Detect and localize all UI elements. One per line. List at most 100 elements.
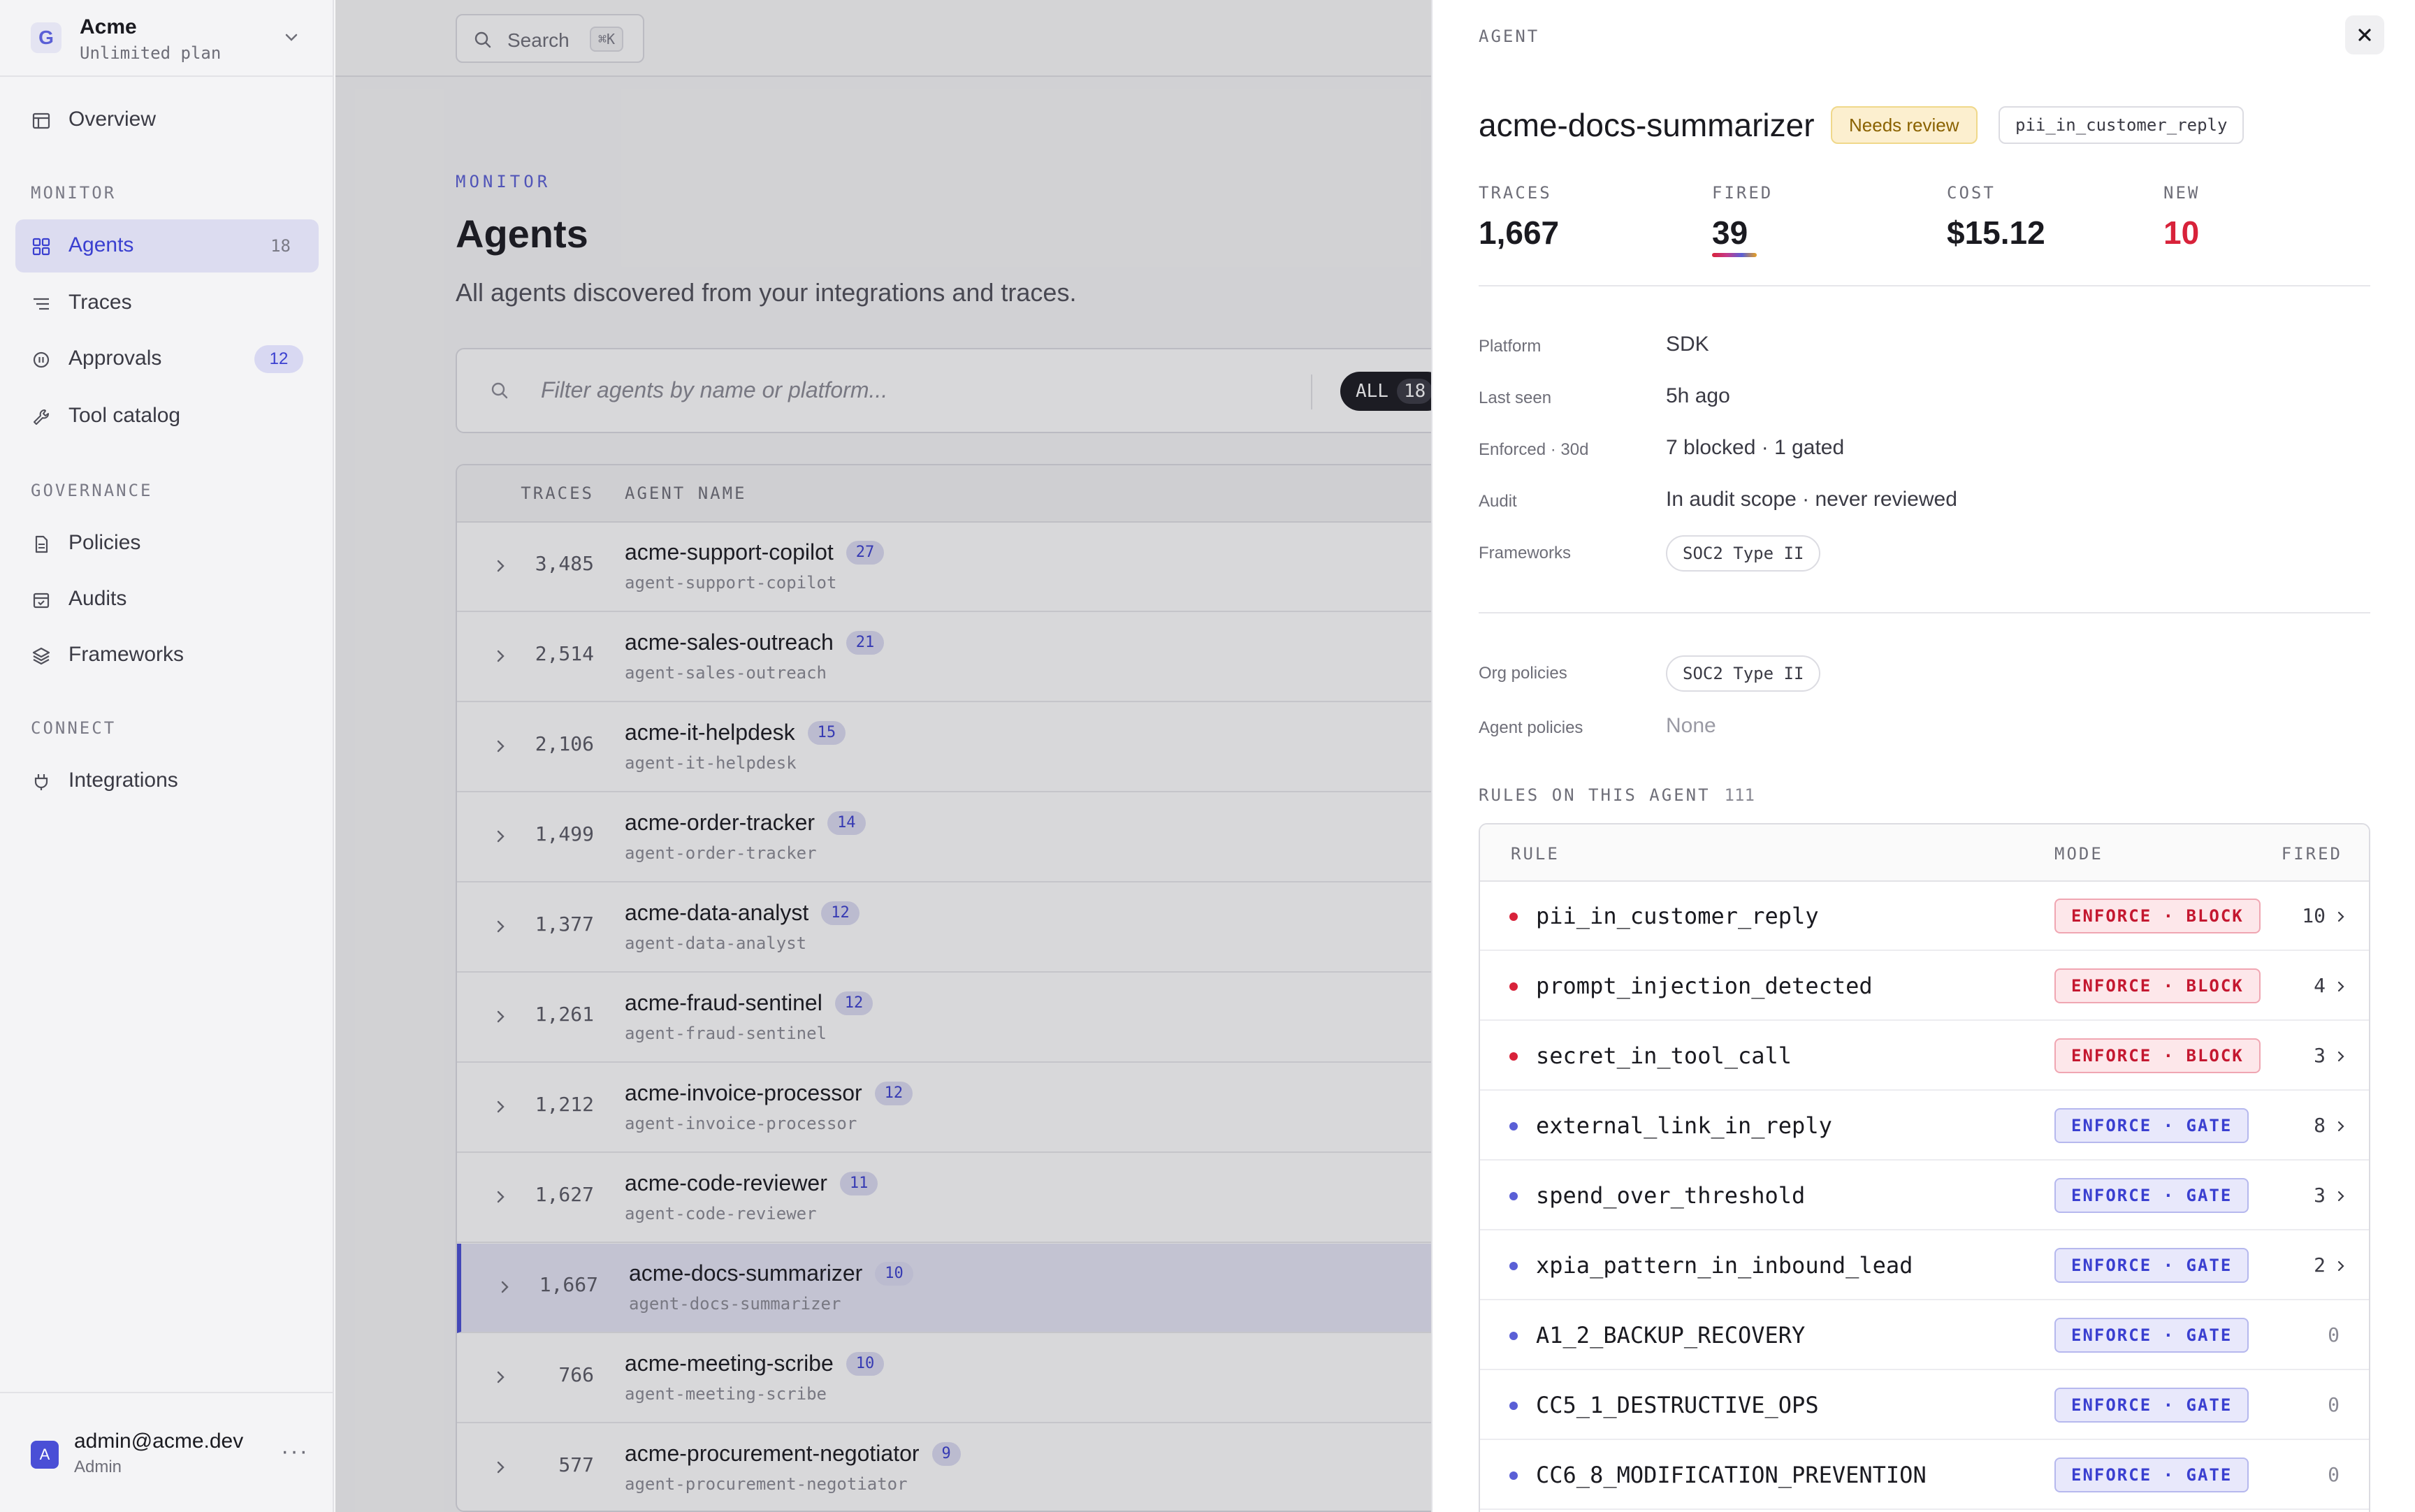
sidebar: G Acme Unlimited plan Overview MONITOR A… — [0, 0, 334, 1512]
mode-badge: ENFORCE · GATE — [2054, 1388, 2249, 1423]
chevron-right-icon[interactable] — [2334, 1189, 2348, 1203]
stat-fired: FIRED 39 — [1712, 183, 1773, 257]
rule-row[interactable]: spend_over_threshold ENFORCE · GATE 3 — [1480, 1161, 2369, 1230]
chevron-down-icon[interactable] — [281, 27, 302, 48]
rule-row[interactable]: pii_in_customer_reply ENFORCE · BLOCK 10 — [1480, 882, 2369, 951]
layers-icon — [32, 647, 50, 665]
drawer-kicker: AGENT — [1479, 27, 1540, 46]
rule-fired: 0 — [2328, 1323, 2340, 1346]
rules-table: RULE MODE FIRED pii_in_customer_reply ENF… — [1479, 823, 2370, 1512]
stat-label: FIRED — [1712, 183, 1774, 203]
org-plan: Unlimited plan — [80, 43, 222, 63]
rule-row[interactable]: xpia_pattern_in_inbound_lead ENFORCE · GA… — [1480, 1231, 2369, 1300]
stat-value: 1,667 — [1479, 215, 1560, 251]
list-icon — [34, 298, 49, 310]
agent-title: acme-docs-summarizer — [1479, 107, 1815, 143]
rule-name: prompt_injection_detected — [1536, 973, 1873, 999]
sidebar-item-traces[interactable]: Traces — [15, 277, 319, 330]
stat-new: NEW 10 — [2163, 183, 2200, 252]
sidebar-item-agents[interactable]: Agents 18 — [15, 219, 319, 272]
close-button[interactable] — [2345, 15, 2384, 54]
col-rule[interactable]: RULE — [1511, 844, 1560, 864]
prop-platform: SDK — [1666, 333, 1709, 356]
rule-fired: 4 — [2314, 974, 2326, 997]
layout-icon — [32, 112, 50, 129]
rule-fired: 10 — [2302, 904, 2326, 927]
sidebar-item-label: Frameworks — [68, 643, 184, 666]
status-dot — [1509, 913, 1518, 921]
chevron-right-icon[interactable] — [2334, 980, 2348, 994]
rule-chip[interactable]: pii_in_customer_reply — [1999, 106, 2244, 144]
rule-fired: 0 — [2328, 1393, 2340, 1416]
agent-drawer: AGENT acme-docs-summarizer Needs review … — [1431, 0, 2415, 1512]
sidebar-item-frameworks[interactable]: Frameworks — [15, 629, 319, 682]
rule-name: A1_2_BACKUP_RECOVERY — [1536, 1322, 1806, 1349]
prop-audit: In audit scope · never reviewed — [1666, 488, 1957, 511]
sidebar-item-integrations[interactable]: Integrations — [15, 755, 319, 808]
sidebar-item-audits[interactable]: Audits — [15, 573, 319, 626]
chevron-right-icon[interactable] — [2334, 1259, 2348, 1273]
org-logo: G — [31, 22, 61, 53]
rule-name: secret_in_tool_call — [1536, 1042, 1792, 1069]
rule-name: xpia_pattern_in_inbound_lead — [1536, 1252, 1913, 1279]
prop-label: Last seen — [1479, 388, 1552, 407]
rule-row[interactable]: CC6_8_MODIFICATION_PREVENTION ENFORCE · G… — [1480, 1441, 2369, 1510]
status-dot — [1509, 982, 1518, 991]
prop-label: Platform — [1479, 337, 1542, 356]
sidebar-item-label: Policies — [68, 531, 141, 554]
prop-label: Audit — [1479, 492, 1517, 511]
prop-last-seen: 5h ago — [1666, 384, 1730, 407]
document-icon — [35, 535, 48, 553]
chevron-right-icon[interactable] — [2334, 910, 2348, 924]
user-menu[interactable]: A admin@acme.dev Admin ··· — [0, 1392, 334, 1512]
sidebar-item-policies[interactable]: Policies — [15, 517, 319, 570]
rule-name: CC5_1_DESTRUCTIVE_OPS — [1536, 1392, 1819, 1418]
mode-badge: ENFORCE · BLOCK — [2054, 899, 2261, 933]
rules-count: 111 — [1724, 785, 1755, 805]
col-mode[interactable]: MODE — [2054, 844, 2103, 864]
chevron-right-icon[interactable] — [2334, 1119, 2348, 1133]
divider — [1479, 285, 2370, 286]
sidebar-item-label: Integrations — [68, 769, 178, 792]
stat-value: $15.12 — [1947, 215, 2045, 251]
sidebar-item-label: Audits — [68, 587, 127, 610]
mode-badge: ENFORCE · GATE — [2054, 1458, 2249, 1492]
status-dot — [1509, 1332, 1518, 1340]
org-switcher[interactable]: G Acme Unlimited plan — [0, 0, 334, 77]
rule-fired: 3 — [2314, 1184, 2326, 1207]
rules-heading-label: RULES ON THIS AGENT — [1479, 785, 1711, 805]
sidebar-item-tool-catalog[interactable]: Tool catalog — [15, 390, 319, 443]
rule-row[interactable]: external_link_in_reply ENFORCE · GATE 8 — [1480, 1091, 2369, 1161]
sidebar-item-approvals[interactable]: Approvals 12 — [15, 333, 319, 386]
rules-table-header: RULE MODE FIRED — [1480, 824, 2369, 882]
rule-row[interactable]: secret_in_tool_call ENFORCE · BLOCK 3 — [1480, 1022, 2369, 1091]
divider — [1479, 612, 2370, 613]
status-dot — [1509, 1192, 1518, 1200]
chevron-right-icon[interactable] — [2334, 1049, 2348, 1063]
framework-chip[interactable]: SOC2 Type II — [1666, 535, 1821, 572]
stat-value: 10 — [2163, 215, 2200, 251]
org-policy-chip[interactable]: SOC2 Type II — [1666, 655, 1821, 692]
more-icon[interactable]: ··· — [281, 1438, 309, 1465]
grid-icon — [32, 238, 50, 256]
section-monitor: MONITOR — [31, 183, 117, 203]
col-fired[interactable]: FIRED — [2249, 844, 2342, 864]
rule-row[interactable]: A1_2_BACKUP_RECOVERY ENFORCE · GATE 0 — [1480, 1301, 2369, 1370]
sidebar-item-overview[interactable]: Overview — [15, 94, 319, 147]
prop-agent-policies: None — [1666, 714, 1716, 737]
rule-name: spend_over_threshold — [1536, 1182, 1806, 1209]
mode-badge: ENFORCE · BLOCK — [2054, 1038, 2261, 1073]
status-dot — [1509, 1122, 1518, 1131]
mode-badge: ENFORCE · GATE — [2054, 1248, 2249, 1283]
rule-name: external_link_in_reply — [1536, 1112, 1832, 1139]
sidebar-item-label: Approvals — [68, 347, 162, 370]
stat-traces: TRACES 1,667 — [1479, 183, 1559, 252]
rule-name: CC6_8_MODIFICATION_PREVENTION — [1536, 1462, 1927, 1488]
stat-label: NEW — [2163, 183, 2200, 203]
rule-row[interactable]: CC5_1_DESTRUCTIVE_OPS ENFORCE · GATE 0 — [1480, 1371, 2369, 1440]
rule-fired: 8 — [2314, 1114, 2326, 1137]
rule-row[interactable]: prompt_injection_detected ENFORCE · BLOCK… — [1480, 952, 2369, 1021]
rule-fired: 2 — [2314, 1253, 2326, 1277]
calendar-check-icon — [33, 593, 50, 609]
status-dot — [1509, 1262, 1518, 1270]
